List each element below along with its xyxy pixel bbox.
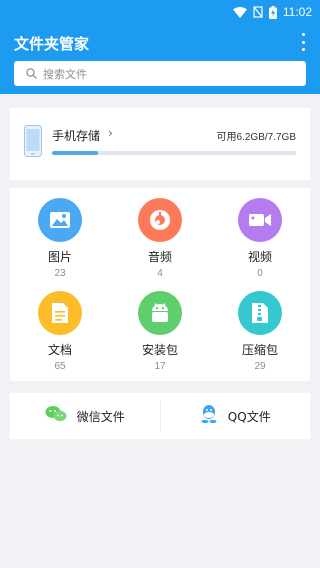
wechat-files-button[interactable]: 微信文件 — [10, 393, 160, 439]
image-icon — [38, 198, 82, 242]
category-grid: 图片 23 音频 4 视频 0 文档 65 安装包 17 压缩包 29 — [10, 188, 310, 381]
category-count: 23 — [54, 268, 66, 279]
search-placeholder: 搜索文件 — [43, 67, 87, 81]
status-bar: 11:02 — [0, 0, 320, 24]
phone-storage-card[interactable]: 手机存储 › 可用6.2GB/7.7GB — [10, 108, 310, 180]
category-count: 65 — [54, 361, 66, 372]
category-archives[interactable]: 压缩包 29 — [220, 291, 300, 372]
status-time: 11:02 — [282, 5, 312, 19]
shortcuts-card: 微信文件 QQ文件 — [10, 393, 310, 439]
qq-files-button[interactable]: QQ文件 — [161, 393, 311, 439]
storage-progress-fill — [52, 151, 99, 155]
android-icon — [138, 291, 182, 335]
app-bar: 文件夹管家 搜索文件 — [0, 24, 320, 94]
qq-icon — [200, 404, 218, 428]
storage-summary: 可用6.2GB/7.7GB — [216, 132, 296, 143]
category-images[interactable]: 图片 23 — [20, 198, 100, 279]
battery-charging-icon — [268, 5, 277, 19]
category-count: 0 — [257, 268, 263, 279]
document-icon — [38, 291, 82, 335]
category-label: 图片 — [47, 250, 72, 264]
category-label: 文档 — [47, 343, 72, 357]
storage-title: 手机存储 — [52, 129, 101, 143]
category-count: 4 — [157, 268, 163, 279]
wechat-icon — [45, 405, 67, 427]
category-label: 压缩包 — [241, 343, 278, 357]
category-video[interactable]: 视频 0 — [220, 198, 300, 279]
wifi-icon — [232, 6, 247, 18]
search-input[interactable]: 搜索文件 — [14, 61, 306, 86]
category-label: 安装包 — [141, 343, 178, 357]
music-icon — [138, 198, 182, 242]
category-count: 29 — [254, 361, 266, 372]
category-label: 音频 — [147, 250, 172, 264]
zip-icon — [238, 291, 282, 335]
category-apk[interactable]: 安装包 17 — [120, 291, 200, 372]
more-vert-icon[interactable] — [298, 33, 308, 51]
wechat-files-label: 微信文件 — [76, 409, 125, 424]
search-icon — [26, 64, 37, 83]
signal-off-icon — [253, 6, 263, 18]
qq-files-label: QQ文件 — [227, 409, 271, 424]
video-icon — [238, 198, 282, 242]
phone-icon — [24, 125, 42, 161]
category-audio[interactable]: 音频 4 — [120, 198, 200, 279]
category-label: 视频 — [247, 250, 272, 264]
category-count: 17 — [154, 361, 166, 372]
category-documents[interactable]: 文档 65 — [20, 291, 100, 372]
app-title: 文件夹管家 — [14, 35, 90, 53]
chevron-right-icon: › — [108, 126, 113, 140]
storage-progress-bar — [52, 151, 296, 155]
